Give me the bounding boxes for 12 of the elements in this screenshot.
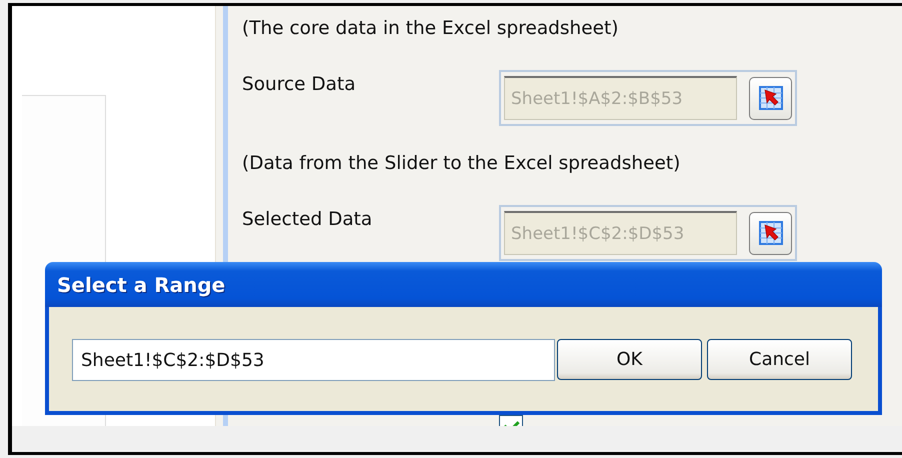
section-caption: (The core data in the Excel spreadsheet) <box>242 17 620 41</box>
range-picker-icon <box>758 86 782 110</box>
range-picker-button[interactable] <box>749 212 792 254</box>
range-picker-button[interactable] <box>749 76 792 120</box>
dialog-title: Select a Range <box>57 272 226 296</box>
field-label: Source Data <box>242 73 357 95</box>
field-label: Selected Data <box>242 208 374 230</box>
range-picker-icon <box>758 221 782 245</box>
dialog-button[interactable]: OK <box>557 339 702 380</box>
dialog-button[interactable]: Cancel <box>707 339 852 380</box>
section-caption: (Data from the Slider to the Excel spreadsheet) <box>242 152 682 176</box>
range-input-field[interactable]: Sheet1!$C$2:$D$53 <box>72 339 555 381</box>
